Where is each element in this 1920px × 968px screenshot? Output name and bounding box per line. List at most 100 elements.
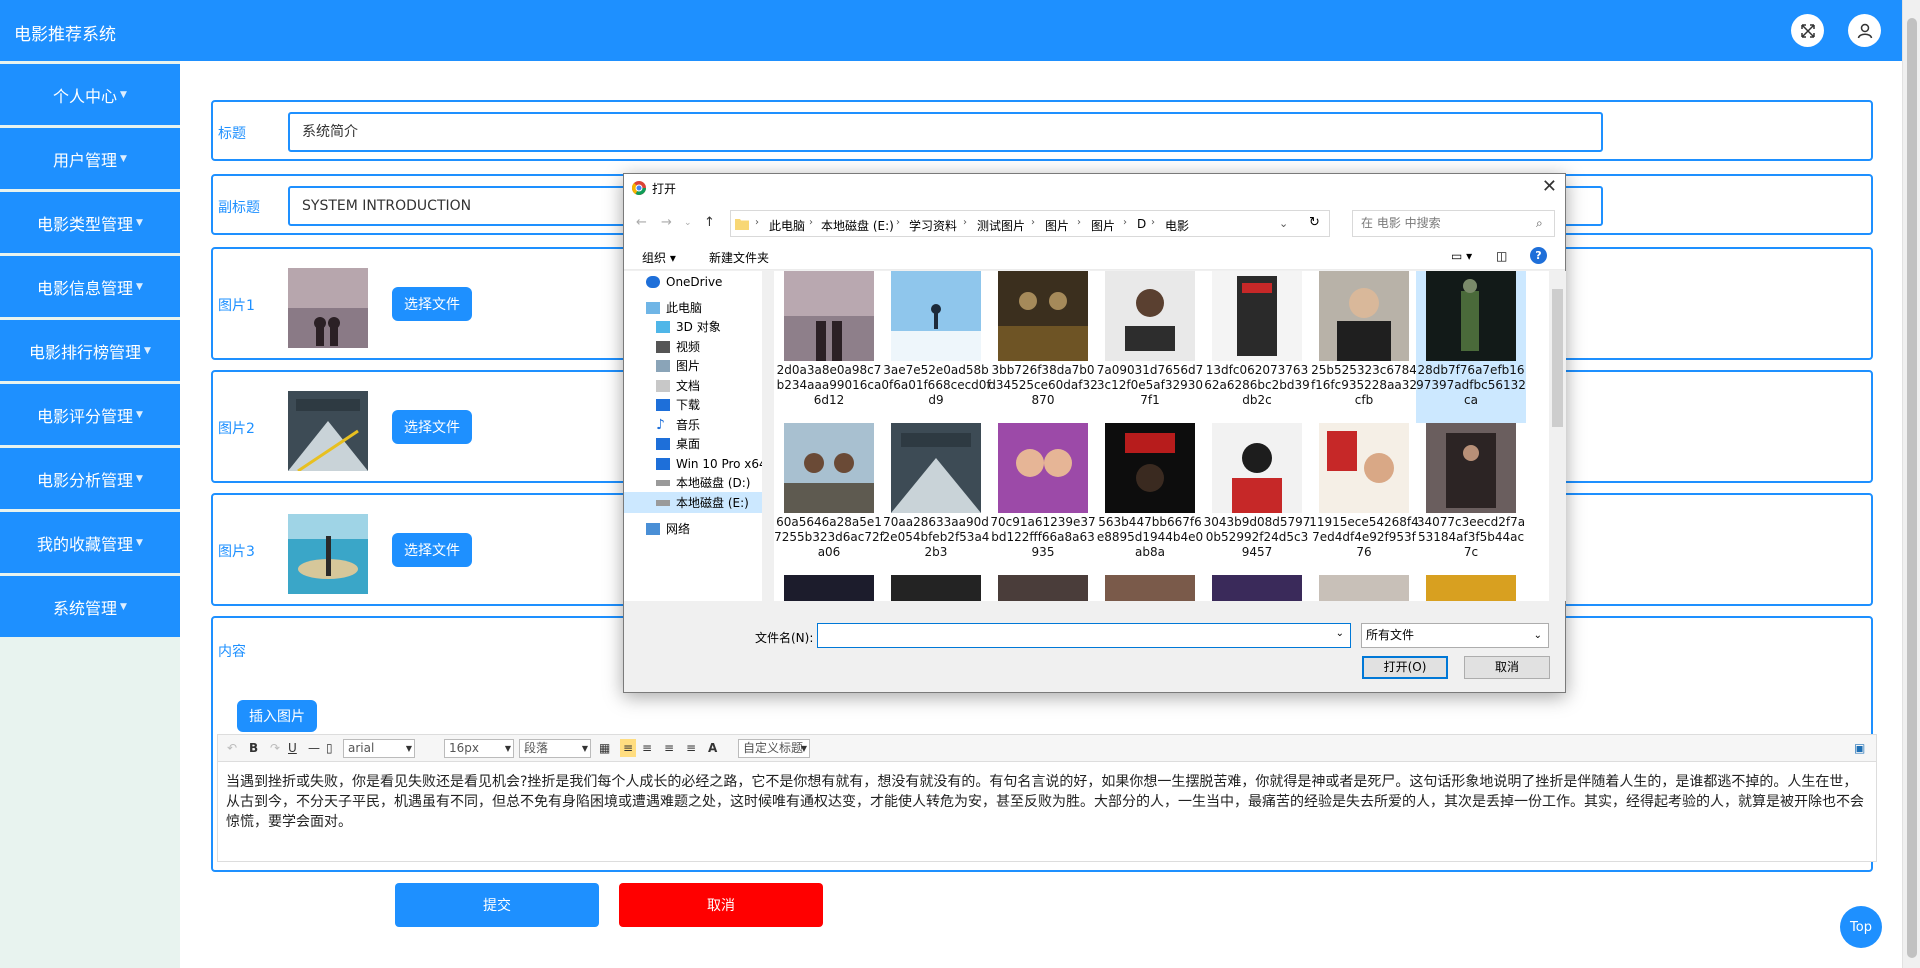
align-justify-icon[interactable]: ≡ bbox=[686, 739, 696, 757]
tree-item-videos[interactable]: 视频 bbox=[624, 336, 762, 357]
tree-item-this-pc[interactable]: 此电脑 bbox=[624, 297, 762, 318]
file-item[interactable]: 3bb726f38da7b0d34525ce60daf32870 bbox=[988, 271, 1098, 423]
redo-icon[interactable]: ↷ bbox=[270, 739, 280, 757]
file-item[interactable]: 60a5646a28a5e17255b323d6ac72fa06 bbox=[774, 423, 884, 575]
forward-arrow-icon[interactable]: → bbox=[661, 215, 672, 230]
tree-item-desktop[interactable]: 桌面 bbox=[624, 433, 762, 454]
user-avatar-icon[interactable] bbox=[1848, 14, 1881, 47]
tree-item-drive-d[interactable]: 本地磁盘 (D:) bbox=[624, 472, 762, 493]
breadcrumb-images[interactable]: 图片 bbox=[1045, 217, 1069, 234]
tree-scrollbar[interactable] bbox=[762, 271, 774, 601]
file-item[interactable]: 13dfc06207376362a6286bc2bd39db2c bbox=[1202, 271, 1310, 423]
file-item[interactable]: 70aa28633aa90d2e054bfeb2f53a42b3 bbox=[881, 423, 989, 575]
filename-input[interactable]: ⌄ bbox=[817, 623, 1351, 648]
sidebar-item-movie-ranking[interactable]: 电影排行榜管理 ▼ bbox=[0, 320, 180, 381]
tree-item-win10-drive[interactable]: Win 10 Pro x64 bbox=[624, 453, 762, 474]
breadcrumb-drive-e[interactable]: 本地磁盘 (E:) bbox=[821, 217, 894, 234]
page-scrollbar[interactable] bbox=[1902, 0, 1920, 968]
tree-item-pictures[interactable]: 图片 bbox=[624, 355, 762, 376]
fullscreen-editor-icon[interactable]: ▣ bbox=[1854, 739, 1865, 757]
preview-pane-icon[interactable]: ◫ bbox=[1496, 249, 1507, 263]
sidebar-item-movie-analysis[interactable]: 电影分析管理 ▼ bbox=[0, 448, 180, 509]
file-item-selected[interactable]: 28db7f76a7efb1697397adfbc56132ca bbox=[1416, 271, 1526, 423]
content-editor[interactable]: 当遇到挫折或失败，你是看见失败还是看见机会?挫折是我们每个人成长的必经之路，它不… bbox=[217, 762, 1877, 862]
breadcrumb-study[interactable]: 学习资料 bbox=[909, 217, 957, 234]
address-bar[interactable]: › 此电脑 › 本地磁盘 (E:) › 学习资料 › 测试图片 › 图片 › 图… bbox=[730, 210, 1330, 237]
sidebar-item-movie-info[interactable]: 电影信息管理 ▼ bbox=[0, 256, 180, 317]
file-item[interactable]: 3043b9d08d57970b52992f24d5c39457 bbox=[1202, 423, 1310, 575]
sidebar-item-favorites[interactable]: 我的收藏管理 ▼ bbox=[0, 512, 180, 573]
choose-file-button-1[interactable]: 选择文件 bbox=[392, 287, 472, 321]
tree-item-documents[interactable]: 文档 bbox=[624, 375, 762, 396]
recent-dropdown-icon[interactable]: ⌄ bbox=[684, 218, 692, 228]
back-arrow-icon[interactable]: ← bbox=[636, 215, 647, 230]
tree-item-3d-objects[interactable]: 3D 对象 bbox=[624, 316, 762, 337]
underline-icon[interactable]: U bbox=[288, 739, 297, 757]
filetype-select[interactable]: 所有文件 ⌄ bbox=[1361, 623, 1549, 648]
breadcrumb-movies[interactable]: 电影 bbox=[1165, 217, 1189, 234]
choose-file-button-2[interactable]: 选择文件 bbox=[392, 410, 472, 444]
page-scrollbar-thumb[interactable] bbox=[1907, 18, 1917, 958]
tree-item-onedrive[interactable]: OneDrive bbox=[624, 271, 762, 292]
open-button[interactable]: 打开(O) bbox=[1362, 656, 1448, 679]
choose-file-button-3[interactable]: 选择文件 bbox=[392, 533, 472, 567]
font-family-select[interactable]: arial ▼ bbox=[343, 739, 415, 758]
sidebar-item-movie-rating[interactable]: 电影评分管理 ▼ bbox=[0, 384, 180, 445]
custom-title-select[interactable]: 自定义标题 ▼ bbox=[738, 739, 810, 758]
insert-image-button[interactable]: 插入图片 bbox=[237, 700, 317, 732]
sidebar-item-users[interactable]: 用户管理 ▼ bbox=[0, 128, 180, 189]
table-icon[interactable]: ▦ bbox=[599, 739, 610, 757]
paragraph-select[interactable]: 段落 ▼ bbox=[519, 739, 591, 758]
cancel-button[interactable]: 取消 bbox=[619, 883, 823, 927]
help-icon[interactable]: ? bbox=[1530, 247, 1547, 264]
file-list-scrollbar[interactable] bbox=[1549, 271, 1566, 601]
breadcrumb-this-pc[interactable]: 此电脑 bbox=[769, 217, 805, 234]
bold-icon[interactable]: B bbox=[249, 739, 258, 757]
file-item[interactable]: 11915ece54268f47ed4df4e92f953f76 bbox=[1309, 423, 1419, 575]
align-center-icon[interactable]: ≡ bbox=[642, 739, 652, 757]
file-item[interactable]: 3ae7e52e0ad58b0f6a01f668cecd0fd9 bbox=[881, 271, 991, 423]
sidebar-item-system[interactable]: 系统管理 ▼ bbox=[0, 576, 180, 637]
close-icon[interactable]: ✕ bbox=[1542, 176, 1557, 197]
align-right-icon[interactable]: ≡ bbox=[664, 739, 674, 757]
tree-item-network[interactable]: 网络 bbox=[624, 518, 762, 539]
network-icon bbox=[646, 522, 660, 535]
file-item[interactable]: 2d0a3a8e0a98c7b234aaa99016ca6d12 bbox=[774, 271, 881, 423]
tree-item-music[interactable]: ♪ 音乐 bbox=[624, 414, 762, 435]
organize-menu[interactable]: 组织 ▾ bbox=[642, 249, 676, 266]
breadcrumb-test-images[interactable]: 测试图片 bbox=[977, 217, 1025, 234]
document-icon[interactable]: ▯ bbox=[326, 739, 333, 757]
file-item[interactable]: 25b525323c6784f16fc935228aa32cfb bbox=[1309, 271, 1417, 423]
sidebar-item-movie-types[interactable]: 电影类型管理 ▼ bbox=[0, 192, 180, 253]
title-input[interactable]: 系统简介 bbox=[288, 112, 1603, 152]
file-thumbnail bbox=[1426, 423, 1516, 513]
new-folder-button[interactable]: 新建文件夹 bbox=[709, 249, 769, 266]
file-item[interactable]: 34077c3eecd2f7a53184af3f5b44ac7c bbox=[1416, 423, 1525, 575]
chevron-down-icon[interactable]: ⌄ bbox=[1279, 217, 1288, 230]
align-left-icon[interactable]: ≡ bbox=[620, 739, 636, 757]
sidebar-item-personal-center[interactable]: 个人中心 ▼ bbox=[0, 64, 180, 125]
view-options-icon[interactable]: ▭ ▾ bbox=[1451, 249, 1472, 263]
breadcrumb-d[interactable]: D bbox=[1137, 217, 1146, 231]
tree-item-drive-e[interactable]: 本地磁盘 (E:) bbox=[624, 492, 762, 513]
refresh-icon[interactable]: ↻ bbox=[1309, 215, 1320, 230]
horizontal-rule-icon[interactable]: — bbox=[308, 739, 320, 757]
sidebar-item-label: 电影信息管理 bbox=[37, 278, 134, 298]
undo-icon[interactable]: ↶ bbox=[227, 739, 237, 757]
font-color-icon[interactable]: A bbox=[708, 739, 717, 757]
chevron-down-icon[interactable]: ⌄ bbox=[1336, 628, 1344, 639]
file-item[interactable]: 563b447bb667f6e8895d1944b4e0ab8a bbox=[1095, 423, 1203, 575]
top-bar: 电影推荐系统 bbox=[0, 0, 1902, 61]
file-list-scrollbar-thumb[interactable] bbox=[1552, 289, 1563, 427]
dialog-cancel-button[interactable]: 取消 bbox=[1464, 656, 1550, 679]
font-size-select[interactable]: 16px ▼ bbox=[444, 739, 514, 758]
tree-item-downloads[interactable]: 下载 bbox=[624, 394, 762, 415]
breadcrumb-images-2[interactable]: 图片 bbox=[1091, 217, 1115, 234]
back-to-top-button[interactable]: Top bbox=[1840, 906, 1882, 948]
dialog-search-input[interactable]: 在 电影 中搜索 bbox=[1352, 210, 1555, 237]
fullscreen-icon[interactable] bbox=[1791, 14, 1824, 47]
file-item[interactable]: 70c91a61239e37bd122fff66a8a63935 bbox=[988, 423, 1096, 575]
up-arrow-icon[interactable]: ↑ bbox=[704, 215, 715, 230]
file-item[interactable]: 7a09031d7656d73c12f0e5af329307f1 bbox=[1095, 271, 1203, 423]
submit-button[interactable]: 提交 bbox=[395, 883, 599, 927]
